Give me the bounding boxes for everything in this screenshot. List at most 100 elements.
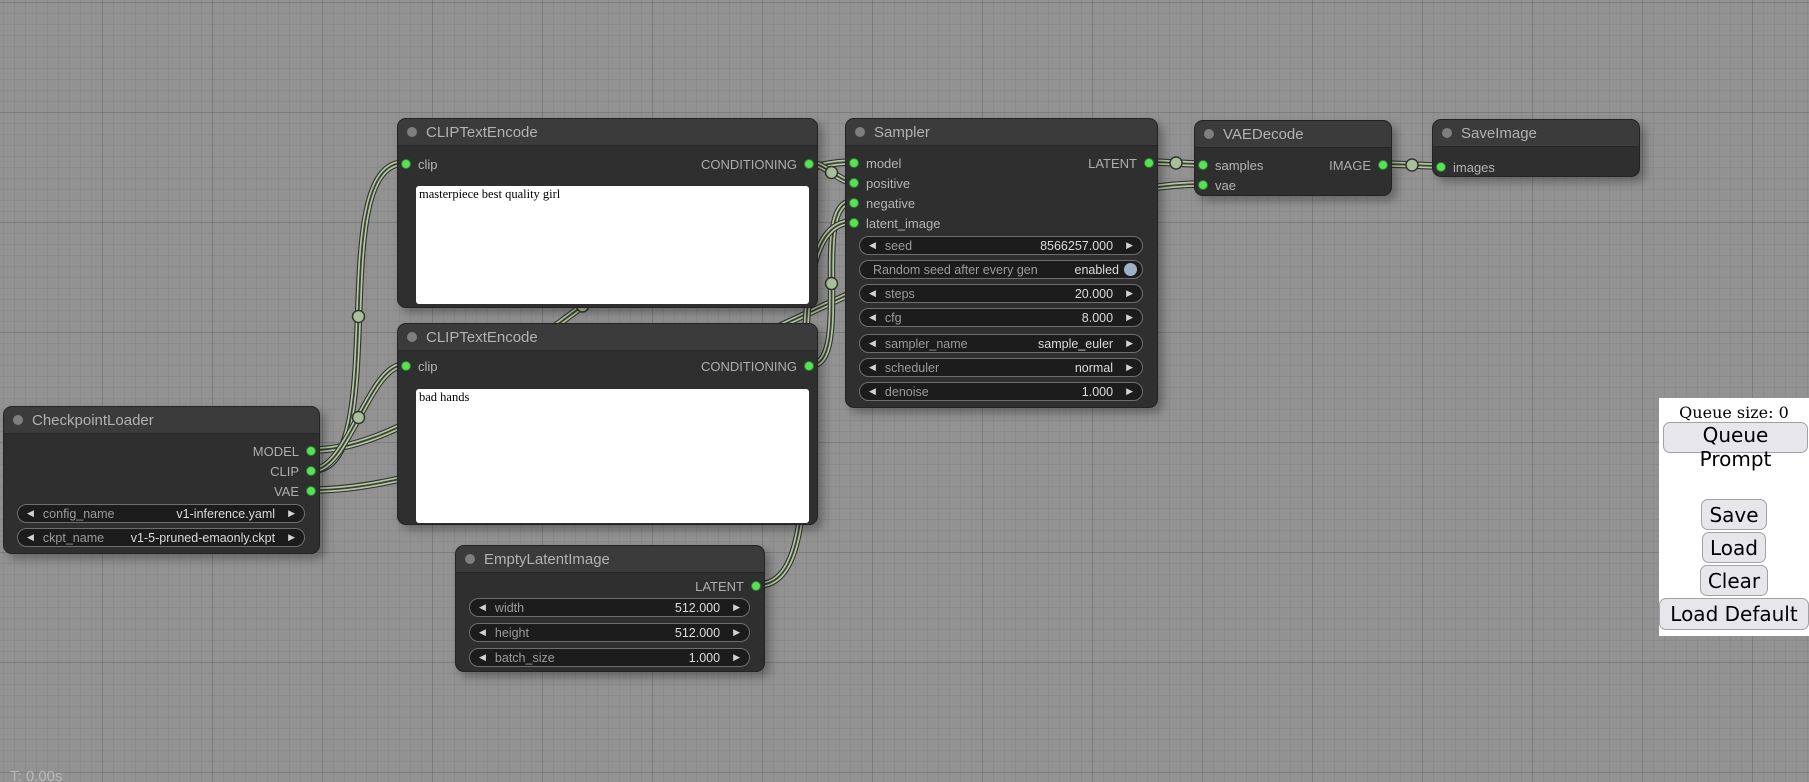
increment-arrow-icon[interactable]: ▶	[724, 653, 749, 662]
node-title-bar[interactable]: CLIPTextEncode	[398, 324, 817, 351]
input-slot-vae[interactable]: vae	[1198, 177, 1236, 193]
increment-arrow-icon[interactable]: ▶	[1117, 289, 1142, 298]
node-clip-text-encode-negative[interactable]: CLIPTextEncode clip CONDITIONING bad han…	[397, 323, 818, 525]
widget-cfg[interactable]: ◀ cfg 8.000 ▶	[859, 308, 1143, 327]
decrement-arrow-icon[interactable]: ◀	[860, 387, 885, 396]
node-title-bar[interactable]: Sampler	[846, 119, 1157, 146]
widget-config-name[interactable]: ◀ config_name v1-inference.yaml ▶	[17, 504, 305, 523]
collapse-dot-icon[interactable]	[1204, 129, 1214, 139]
widget-denoise[interactable]: ◀ denoise 1.000 ▶	[859, 382, 1143, 401]
widget-height[interactable]: ◀ height 512.000 ▶	[469, 623, 750, 642]
node-checkpoint-loader[interactable]: CheckpointLoader MODEL CLIP VAE ◀ config…	[3, 406, 320, 554]
decrement-arrow-icon[interactable]: ◀	[18, 509, 43, 518]
input-slot-images[interactable]: images	[1436, 159, 1495, 175]
widget-seed[interactable]: ◀ seed 8566257.000 ▶	[859, 236, 1143, 255]
input-port-icon[interactable]	[849, 158, 859, 168]
decrement-arrow-icon[interactable]: ◀	[860, 241, 885, 250]
output-port-icon[interactable]	[751, 581, 761, 591]
clear-button[interactable]: Clear	[1700, 565, 1768, 596]
node-sampler[interactable]: Sampler model positive negative latent_i…	[845, 118, 1158, 408]
increment-arrow-icon[interactable]: ▶	[1117, 339, 1142, 348]
collapse-dot-icon[interactable]	[465, 554, 475, 564]
node-save-image[interactable]: SaveImage images	[1432, 119, 1640, 177]
input-port-icon[interactable]	[1436, 162, 1446, 172]
widget-width[interactable]: ◀ width 512.000 ▶	[469, 598, 750, 617]
load-button[interactable]: Load	[1702, 532, 1766, 563]
decrement-arrow-icon[interactable]: ◀	[470, 628, 495, 637]
decrement-arrow-icon[interactable]: ◀	[860, 289, 885, 298]
increment-arrow-icon[interactable]: ▶	[1117, 241, 1142, 250]
input-port-icon[interactable]	[1198, 160, 1208, 170]
link-midpoint-dot[interactable]	[826, 278, 838, 290]
node-title-bar[interactable]: VAEDecode	[1195, 121, 1391, 148]
toggle-knob-icon[interactable]	[1124, 263, 1137, 276]
increment-arrow-icon[interactable]: ▶	[1117, 313, 1142, 322]
output-port-icon[interactable]	[306, 486, 316, 496]
decrement-arrow-icon[interactable]: ◀	[860, 339, 885, 348]
output-port-icon[interactable]	[306, 446, 316, 456]
decrement-arrow-icon[interactable]: ◀	[860, 313, 885, 322]
node-vae-decode[interactable]: VAEDecode samples vae IMAGE	[1194, 120, 1392, 196]
node-title-bar[interactable]: CheckpointLoader	[4, 407, 319, 434]
widget-sampler-name[interactable]: ◀ sampler_name sample_euler ▶	[859, 334, 1143, 353]
output-port-icon[interactable]	[804, 159, 814, 169]
decrement-arrow-icon[interactable]: ◀	[860, 363, 885, 372]
output-slot-clip[interactable]: CLIP	[270, 463, 316, 479]
link-midpoint-dot[interactable]	[353, 412, 365, 424]
output-slot-vae[interactable]: VAE	[274, 483, 316, 499]
decrement-arrow-icon[interactable]: ◀	[470, 603, 495, 612]
save-button[interactable]: Save	[1701, 499, 1766, 530]
widget-steps[interactable]: ◀ steps 20.000 ▶	[859, 284, 1143, 303]
input-slot-samples[interactable]: samples	[1198, 157, 1263, 173]
collapse-dot-icon[interactable]	[407, 332, 417, 342]
collapse-dot-icon[interactable]	[855, 127, 865, 137]
queue-prompt-button[interactable]: Queue Prompt	[1663, 422, 1808, 453]
node-empty-latent-image[interactable]: EmptyLatentImage LATENT ◀ width 512.000 …	[455, 545, 765, 672]
load-default-button[interactable]: Load Default	[1659, 598, 1808, 630]
input-slot-latent-image[interactable]: latent_image	[849, 215, 940, 231]
output-slot-image[interactable]: IMAGE	[1329, 157, 1388, 173]
widget-ckpt-name[interactable]: ◀ ckpt_name v1-5-pruned-emaonly.ckpt ▶	[17, 528, 305, 547]
input-port-icon[interactable]	[849, 218, 859, 228]
widget-batch-size[interactable]: ◀ batch_size 1.000 ▶	[469, 648, 750, 667]
input-port-icon[interactable]	[849, 198, 859, 208]
collapse-dot-icon[interactable]	[13, 415, 23, 425]
output-slot-model[interactable]: MODEL	[253, 443, 316, 459]
input-slot-clip[interactable]: clip	[401, 358, 438, 374]
output-slot-conditioning[interactable]: CONDITIONING	[701, 156, 814, 172]
output-slot-conditioning[interactable]: CONDITIONING	[701, 358, 814, 374]
output-port-icon[interactable]	[306, 466, 316, 476]
input-port-icon[interactable]	[401, 361, 411, 371]
collapse-dot-icon[interactable]	[1442, 128, 1452, 138]
link-midpoint-dot[interactable]	[826, 167, 838, 179]
node-title-bar[interactable]: EmptyLatentImage	[456, 546, 764, 573]
node-title-bar[interactable]: CLIPTextEncode	[398, 119, 817, 146]
input-slot-negative[interactable]: negative	[849, 195, 915, 211]
input-port-icon[interactable]	[849, 178, 859, 188]
widget-random-seed-after-every-gen[interactable]: Random seed after every gen enabled	[859, 260, 1143, 279]
input-port-icon[interactable]	[401, 159, 411, 169]
output-slot-latent[interactable]: LATENT	[695, 578, 761, 594]
link-midpoint-dot[interactable]	[1170, 157, 1182, 169]
node-title-bar[interactable]: SaveImage	[1433, 120, 1639, 147]
decrement-arrow-icon[interactable]: ◀	[18, 533, 43, 542]
increment-arrow-icon[interactable]: ▶	[724, 628, 749, 637]
collapse-dot-icon[interactable]	[407, 127, 417, 137]
link-midpoint-dot[interactable]	[353, 311, 365, 323]
increment-arrow-icon[interactable]: ▶	[724, 603, 749, 612]
widget-scheduler[interactable]: ◀ scheduler normal ▶	[859, 358, 1143, 377]
increment-arrow-icon[interactable]: ▶	[1117, 363, 1142, 372]
prompt-textarea[interactable]: bad hands	[416, 389, 809, 523]
input-slot-positive[interactable]: positive	[849, 175, 910, 191]
node-clip-text-encode-positive[interactable]: CLIPTextEncode clip CONDITIONING masterp…	[397, 118, 818, 308]
input-slot-clip[interactable]: clip	[401, 156, 438, 172]
output-slot-latent[interactable]: LATENT	[1088, 155, 1154, 171]
input-slot-model[interactable]: model	[849, 155, 901, 171]
increment-arrow-icon[interactable]: ▶	[1117, 387, 1142, 396]
output-port-icon[interactable]	[1144, 158, 1154, 168]
link-midpoint-dot[interactable]	[1406, 159, 1418, 171]
output-port-icon[interactable]	[804, 361, 814, 371]
input-port-icon[interactable]	[1198, 180, 1208, 190]
decrement-arrow-icon[interactable]: ◀	[470, 653, 495, 662]
output-port-icon[interactable]	[1378, 160, 1388, 170]
